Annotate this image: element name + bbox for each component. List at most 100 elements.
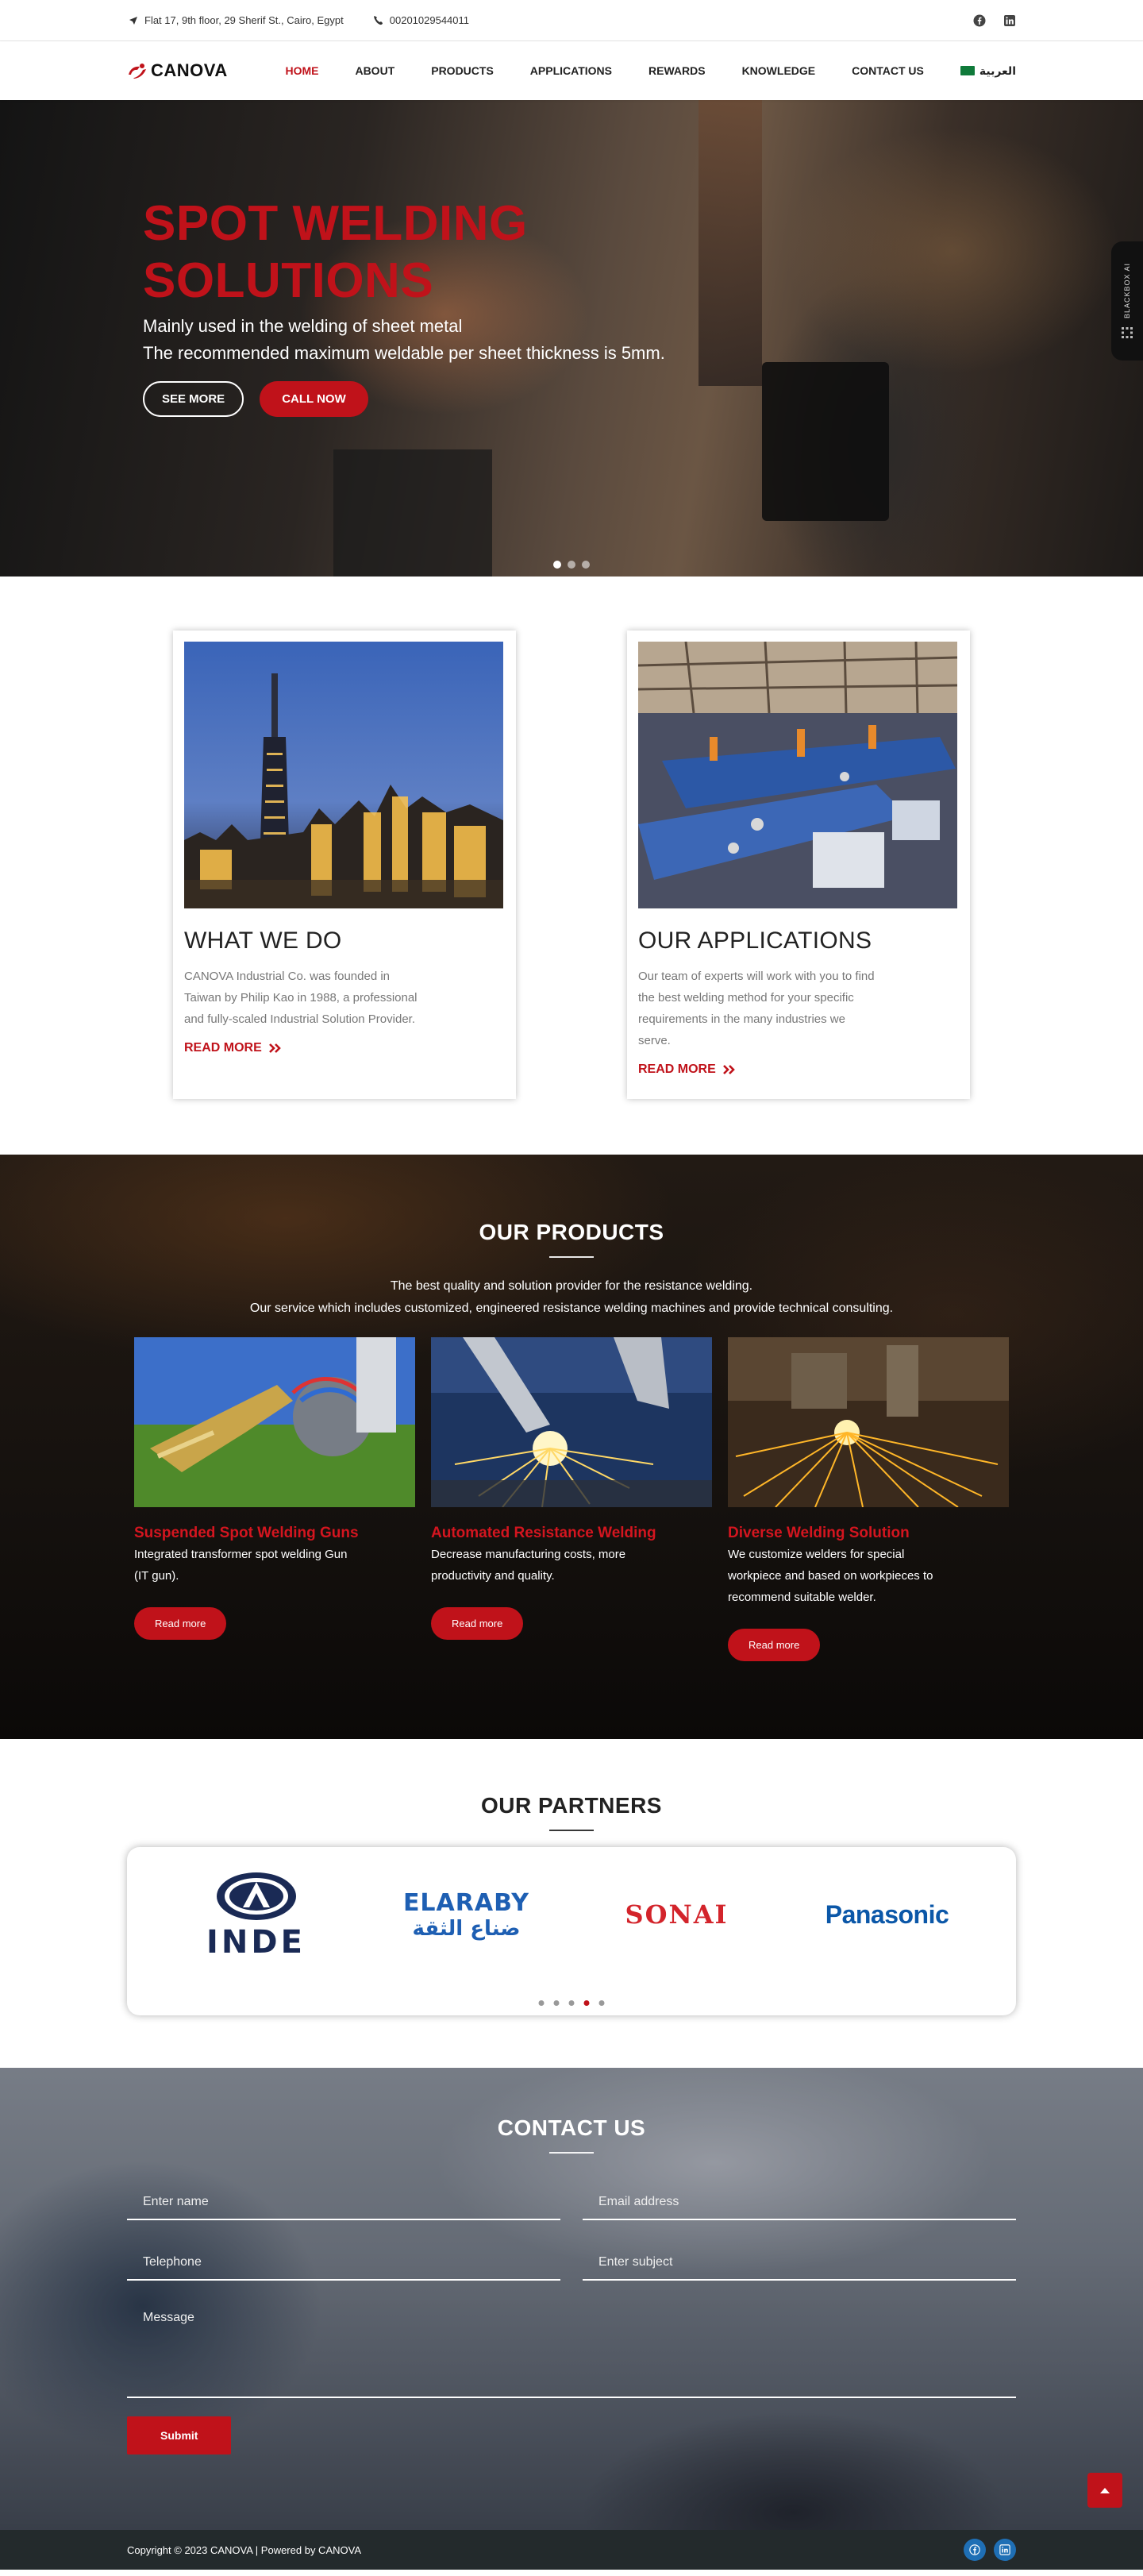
read-more-button[interactable]: Read more bbox=[431, 1607, 524, 1640]
hero-bg-machine-arm bbox=[698, 100, 762, 386]
partners-carousel-dots bbox=[538, 2000, 605, 2006]
copyright-text: Copyright © 2023 CANOVA | Powered by CAN… bbox=[127, 2543, 361, 2556]
sparks-welding-image bbox=[728, 1337, 1009, 1507]
partner-logos: INDE ELARABY ضناع الثقة SONAI Panasonic bbox=[127, 1847, 1016, 1982]
telephone-input[interactable] bbox=[127, 2246, 560, 2281]
hero-line-2: The recommended maximum weldable per she… bbox=[143, 343, 665, 363]
phone[interactable]: 00201029544011 bbox=[372, 14, 469, 27]
contact-section: CONTACT US Submit bbox=[0, 2068, 1143, 2530]
see-more-button[interactable]: SEE MORE bbox=[143, 381, 244, 417]
nav-about[interactable]: ABOUT bbox=[355, 64, 394, 77]
brand-name: CANOVA bbox=[151, 60, 228, 80]
top-social bbox=[973, 14, 1016, 27]
submit-button[interactable]: Submit bbox=[127, 2416, 232, 2455]
card-our-applications: OUR APPLICATIONS Our team of experts wil… bbox=[627, 631, 970, 1099]
slider-dot-2[interactable] bbox=[568, 561, 575, 569]
hero-title: SPOT WELDING SOLUTIONS bbox=[143, 196, 528, 308]
main-navbar: CANOVA HOME ABOUT PRODUCTS APPLICATIONS … bbox=[0, 41, 1143, 100]
partner-logo-inde[interactable]: INDE bbox=[161, 1871, 352, 1958]
product-text: Integrated transformer spot welding Gun … bbox=[134, 1548, 348, 1583]
read-more-button[interactable]: Read more bbox=[134, 1607, 227, 1640]
hero-slider: SPOT WELDING SOLUTIONS Mainly used in th… bbox=[0, 100, 1143, 577]
address-text: Flat 17, 9th floor, 29 Sherif St., Cairo… bbox=[144, 14, 344, 26]
name-input[interactable] bbox=[127, 2185, 560, 2220]
nav-contact-us[interactable]: CONTACT US bbox=[852, 64, 924, 77]
partner-logo-panasonic[interactable]: Panasonic bbox=[792, 1900, 983, 1930]
contact-info: Flat 17, 9th floor, 29 Sherif St., Cairo… bbox=[127, 14, 469, 27]
title-underline bbox=[549, 1256, 594, 1258]
partner-name: ELARABY bbox=[402, 1888, 530, 1917]
nav-applications[interactable]: APPLICATIONS bbox=[530, 64, 612, 77]
partner-name: INDE bbox=[206, 1924, 306, 1961]
slider-dot-3[interactable] bbox=[582, 561, 590, 569]
language-switcher[interactable]: العربية bbox=[960, 64, 1016, 78]
partners-title: OUR PARTNERS bbox=[481, 1793, 662, 1818]
nav-products[interactable]: PRODUCTS bbox=[431, 64, 494, 77]
call-now-button[interactable]: CALL NOW bbox=[260, 381, 368, 417]
read-more-link[interactable]: READ MORE bbox=[638, 1062, 959, 1077]
hero-slider-dots bbox=[553, 561, 590, 569]
carousel-dot-2[interactable] bbox=[553, 2000, 560, 2006]
card-what-we-do: WHAT WE DO CANOVA Industrial Co. was fou… bbox=[173, 631, 516, 1099]
partner-logo-sonai[interactable]: SONAI bbox=[582, 1899, 772, 1930]
product-card: Diverse Welding Solution We customize we… bbox=[728, 1337, 1009, 1661]
card-text: CANOVA Industrial Co. was founded in Tai… bbox=[184, 970, 418, 1026]
partner-name: SONAI bbox=[625, 1899, 729, 1930]
product-title: Automated Resistance Welding bbox=[431, 1525, 656, 1541]
blackbox-ai-widget[interactable]: BLACKBOX AI bbox=[1111, 241, 1143, 361]
message-textarea[interactable] bbox=[127, 2306, 1016, 2398]
card-text: Our team of experts will work with you t… bbox=[638, 970, 875, 1047]
city-skyline-image bbox=[184, 642, 503, 908]
partner-logo-elaraby[interactable]: ELARABY ضناع الثقة bbox=[371, 1889, 562, 1941]
double-chevron-right-icon bbox=[268, 1043, 281, 1053]
product-text: Decrease manufacturing costs, more produ… bbox=[431, 1548, 626, 1583]
nav-menu: HOME ABOUT PRODUCTS APPLICATIONS REWARDS… bbox=[285, 64, 1016, 78]
canova-logo-icon bbox=[129, 64, 146, 79]
phone-icon bbox=[372, 14, 385, 27]
partners-carousel: INDE ELARABY ضناع الثقة SONAI Panasonic bbox=[127, 1847, 1016, 2015]
products-section: OUR PRODUCTS The best quality and soluti… bbox=[0, 1155, 1143, 1739]
linkedin-icon[interactable] bbox=[994, 2539, 1016, 2561]
nav-rewards[interactable]: REWARDS bbox=[648, 64, 706, 77]
carousel-dot-1[interactable] bbox=[538, 2000, 545, 2006]
nav-home[interactable]: HOME bbox=[285, 64, 318, 77]
contact-form: Submit bbox=[127, 2185, 1016, 2455]
caret-up-icon bbox=[1100, 2488, 1110, 2493]
nav-knowledge[interactable]: KNOWLEDGE bbox=[742, 64, 816, 77]
linkedin-icon[interactable] bbox=[1003, 14, 1016, 27]
top-bar: Flat 17, 9th floor, 29 Sherif St., Cairo… bbox=[0, 0, 1143, 41]
product-title: Diverse Welding Solution bbox=[728, 1525, 910, 1541]
welding-gun-image bbox=[134, 1337, 415, 1507]
slider-dot-1[interactable] bbox=[553, 561, 561, 569]
carousel-dot-4[interactable] bbox=[583, 2000, 590, 2006]
subject-input[interactable] bbox=[583, 2246, 1016, 2281]
language-label: العربية bbox=[979, 64, 1016, 77]
facebook-icon[interactable] bbox=[964, 2539, 986, 2561]
hero-bg-machine-base bbox=[333, 449, 492, 577]
partners-section: OUR PARTNERS INDE ELARABY ضناع الثقة SON… bbox=[0, 1739, 1143, 2068]
email-input[interactable] bbox=[583, 2185, 1016, 2220]
partner-name: Panasonic bbox=[825, 1899, 949, 1929]
carousel-dot-3[interactable] bbox=[568, 2000, 575, 2006]
product-card: Suspended Spot Welding Guns Integrated t… bbox=[134, 1337, 415, 1661]
card-title: WHAT WE DO bbox=[184, 927, 342, 954]
read-more-button[interactable]: Read more bbox=[728, 1629, 821, 1661]
product-title: Suspended Spot Welding Guns bbox=[134, 1525, 359, 1541]
brand-logo[interactable]: CANOVA bbox=[127, 60, 228, 81]
carousel-dot-5[interactable] bbox=[598, 2000, 605, 2006]
footer: Copyright © 2023 CANOVA | Powered by CAN… bbox=[0, 2530, 1143, 2570]
hero-line-1: Mainly used in the welding of sheet meta… bbox=[143, 316, 463, 336]
read-more-label: READ MORE bbox=[184, 1041, 262, 1055]
saudi-flag-icon bbox=[960, 66, 975, 75]
read-more-link[interactable]: READ MORE bbox=[184, 1041, 505, 1055]
scroll-to-top-button[interactable] bbox=[1087, 2473, 1122, 2508]
product-card: Automated Resistance Welding Decrease ma… bbox=[431, 1337, 712, 1661]
hero-content: SPOT WELDING SOLUTIONS Mainly used in th… bbox=[143, 195, 665, 417]
facebook-icon[interactable] bbox=[973, 14, 986, 27]
product-text: We customize welders for special workpie… bbox=[728, 1548, 933, 1604]
footer-social bbox=[964, 2539, 1016, 2561]
read-more-label: READ MORE bbox=[638, 1062, 716, 1076]
hero-buttons: SEE MORE CALL NOW bbox=[143, 381, 665, 417]
contact-title: CONTACT US bbox=[497, 2115, 646, 2140]
partner-tagline: ضناع الثقة bbox=[412, 1916, 521, 1941]
